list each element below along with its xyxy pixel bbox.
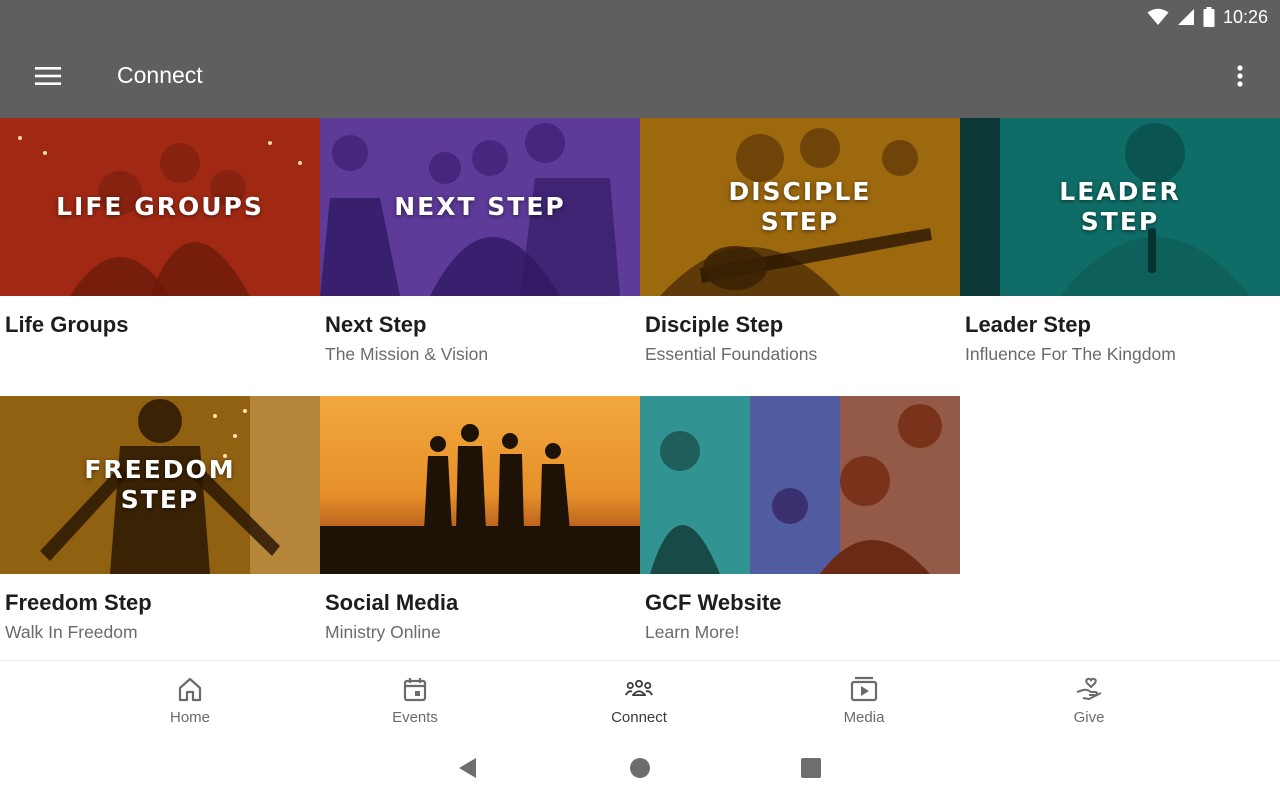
card-photo — [320, 396, 640, 574]
calendar-icon — [401, 675, 429, 703]
card-overlay-text: LIFE GROUPS — [0, 118, 320, 296]
card-overlay-line: LEADER — [1059, 177, 1181, 206]
card-title: Next Step — [325, 312, 427, 337]
card-image: FREEDOM STEP — [0, 396, 320, 574]
card-overlay-text: NEXT STEP — [320, 118, 640, 296]
page-title: Connect — [117, 62, 203, 88]
nav-label: Media — [843, 709, 885, 726]
card-image — [320, 396, 640, 574]
card-title: Life Groups — [5, 312, 129, 337]
recents-square-icon[interactable] — [799, 756, 823, 780]
card-title: Leader Step — [965, 312, 1091, 337]
card-title: Freedom Step — [5, 590, 152, 615]
card-overlay-line: FREEDOM — [84, 455, 236, 484]
status-time: 10:26 — [1222, 6, 1268, 27]
hamburger-menu-icon — [35, 67, 61, 85]
people-group-icon — [625, 675, 653, 703]
card-freedom-step[interactable]: FREEDOM STEP Freedom Step Walk In Freedo… — [0, 396, 320, 674]
card-photo — [640, 396, 960, 574]
card-social-media[interactable]: Social Media Ministry Online — [320, 396, 640, 674]
back-icon[interactable] — [456, 756, 480, 780]
nav-give[interactable]: Give — [1029, 661, 1149, 737]
nav-label: Give — [1073, 709, 1105, 726]
card-overlay-line: STEP — [760, 207, 840, 236]
video-play-icon — [850, 675, 878, 703]
wifi-icon — [1147, 8, 1169, 25]
nav-home[interactable]: Home — [130, 661, 250, 737]
card-overlay-text: FREEDOM STEP — [0, 396, 320, 574]
nav-label: Events — [392, 709, 438, 726]
more-vert-icon — [1237, 65, 1243, 87]
card-image: LEADER STEP — [960, 118, 1280, 296]
bottom-navigation: Home Events Connect Media Give — [0, 660, 1280, 736]
battery-icon — [1203, 7, 1215, 27]
status-indicators: 10:26 — [1147, 4, 1268, 30]
card-subtitle: Influence For The Kingdom — [965, 344, 1176, 364]
card-image — [640, 396, 960, 574]
card-overlay-text: LEADER STEP — [960, 118, 1280, 296]
card-image: LIFE GROUPS — [0, 118, 320, 296]
card-life-groups[interactable]: LIFE GROUPS Life Groups — [0, 118, 320, 396]
card-title: Disciple Step — [645, 312, 784, 337]
card-overlay-line: STEP — [1080, 207, 1160, 236]
card-subtitle: Essential Foundations — [645, 344, 818, 364]
card-subtitle: Ministry Online — [325, 622, 441, 642]
card-overlay-line: LIFE GROUPS — [56, 192, 264, 221]
nav-label: Home — [169, 709, 210, 726]
card-leader-step[interactable]: LEADER STEP Leader Step Influence For Th… — [960, 118, 1280, 396]
card-title: Social Media — [325, 590, 459, 615]
connect-card-grid: LIFE GROUPS Life Groups NEXT STEP Next S… — [0, 118, 1280, 660]
navigation-menu-button[interactable] — [28, 56, 68, 96]
card-image: DISCIPLE STEP — [640, 118, 960, 296]
card-next-step[interactable]: NEXT STEP Next Step The Mission & Vision — [320, 118, 640, 396]
card-image: NEXT STEP — [320, 118, 640, 296]
system-navigation-bar — [0, 736, 1280, 800]
card-overlay-line: NEXT STEP — [394, 192, 566, 221]
card-subtitle: Learn More! — [645, 622, 740, 642]
nav-label: Connect — [611, 709, 667, 726]
home-icon — [176, 675, 204, 703]
home-circle-icon[interactable] — [628, 756, 652, 780]
nav-connect[interactable]: Connect — [579, 661, 699, 737]
nav-media[interactable]: Media — [804, 661, 924, 737]
card-gcf-website[interactable]: GCF Website Learn More! — [640, 396, 960, 674]
card-title: GCF Website — [645, 590, 782, 615]
card-overlay-line: DISCIPLE — [728, 177, 872, 206]
card-overlay-text: DISCIPLE STEP — [640, 118, 960, 296]
cell-signal-icon — [1177, 9, 1194, 25]
nav-events[interactable]: Events — [355, 661, 475, 737]
card-subtitle: Walk In Freedom — [5, 622, 138, 642]
hand-heart-icon — [1075, 675, 1103, 703]
status-bar: 10:26 — [0, 0, 1280, 34]
card-disciple-step[interactable]: DISCIPLE STEP Disciple Step Essential Fo… — [640, 118, 960, 396]
card-subtitle: The Mission & Vision — [325, 344, 489, 364]
overflow-menu-button[interactable] — [1220, 56, 1260, 96]
card-overlay-line: STEP — [120, 485, 200, 514]
app-bar: Connect — [0, 34, 1280, 118]
